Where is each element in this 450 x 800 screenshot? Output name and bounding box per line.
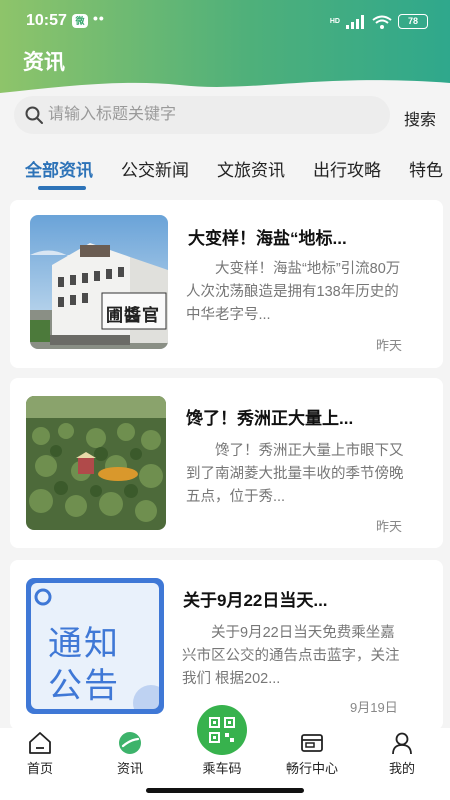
qr-code-icon [209, 717, 235, 743]
notification-dots: •• [93, 10, 105, 26]
status-indicators: HD 78 [330, 14, 428, 29]
wechat-icon: 微 [72, 14, 88, 28]
battery-indicator: 78 [398, 14, 428, 29]
article-thumbnail [26, 396, 166, 530]
app-header: 10:57 微 •• HD 78 资讯 [0, 0, 450, 105]
home-indicator [146, 788, 304, 793]
thumbnail-notice-line2: 公告 [48, 667, 120, 705]
search-icon [25, 106, 43, 124]
hd-label: HD [329, 18, 340, 25]
nav-travel-center-label: 畅行中心 [285, 761, 338, 776]
tab-culture-tourism[interactable]: 文旅资讯 [217, 156, 285, 181]
category-tabs: 全部资讯 公交新闻 文旅资讯 出行攻略 特色 [0, 150, 450, 192]
article-summary: 大变样！海盐“地标”引流80万人次沈荡酿造是拥有138年历史的中华老字号... [186, 261, 401, 323]
status-bar: 10:57 微 •• HD 78 [0, 0, 450, 40]
user-icon [392, 732, 412, 755]
article-date: 9月19日 [350, 700, 398, 715]
nav-ride-code-label: 乘车码 [202, 761, 242, 776]
nav-home[interactable]: 首页 [0, 728, 80, 800]
article-title: 大变样！海盐“地标... [188, 229, 347, 248]
nav-home-label: 首页 [26, 761, 53, 776]
nav-profile-label: 我的 [388, 761, 415, 776]
article-summary: 关于9月22日当天免费乘坐嘉兴市区公交的通告点击蓝字，关注我们 根据202... [182, 625, 400, 687]
card-icon [301, 734, 323, 752]
status-time: 10:57 [26, 12, 67, 29]
article-thumbnail: 通知 公告 [26, 578, 164, 714]
article-date: 昨天 [376, 519, 403, 534]
article-title: 关于9月22日当天... [183, 591, 328, 610]
wifi-icon [372, 15, 392, 29]
article-thumbnail: 圃醬官 [30, 215, 168, 349]
search-bar[interactable] [14, 96, 390, 134]
article-summary: 馋了！秀洲正大量上市眼下又到了南湖菱大批量丰收的季节傍晚五点，位于秀... [186, 443, 404, 505]
page-title: 资讯 [23, 51, 65, 74]
thumbnail-sign-text: 圃醬官 [106, 306, 160, 325]
ride-code-button[interactable] [197, 705, 247, 755]
signal-icon [346, 14, 364, 29]
search-input[interactable] [48, 96, 378, 134]
tab-bus-news[interactable]: 公交新闻 [121, 156, 189, 181]
tab-travel-guide[interactable]: 出行攻略 [313, 156, 381, 181]
article-date: 昨天 [376, 338, 403, 353]
nav-news-label: 资讯 [116, 761, 143, 776]
article-title: 馋了！秀洲正大量上... [186, 409, 354, 428]
tab-featured[interactable]: 特色 [409, 156, 443, 181]
search-button[interactable]: 搜索 [404, 106, 436, 130]
nav-profile[interactable]: 我的 [362, 728, 442, 800]
news-icon [119, 732, 141, 754]
article-card[interactable]: 馋了！秀洲正大量上... 馋了！秀洲正大量上市眼下又到了南湖菱大批量丰收的季节傍… [10, 378, 443, 548]
active-tab-indicator [38, 186, 86, 190]
tab-all-news[interactable]: 全部资讯 [25, 156, 93, 181]
article-card[interactable]: 圃醬官 大变样！海盐“地标... 大变样！海盐“地标”引流80万人次沈荡酿造是拥… [10, 200, 443, 368]
home-icon [29, 732, 51, 754]
